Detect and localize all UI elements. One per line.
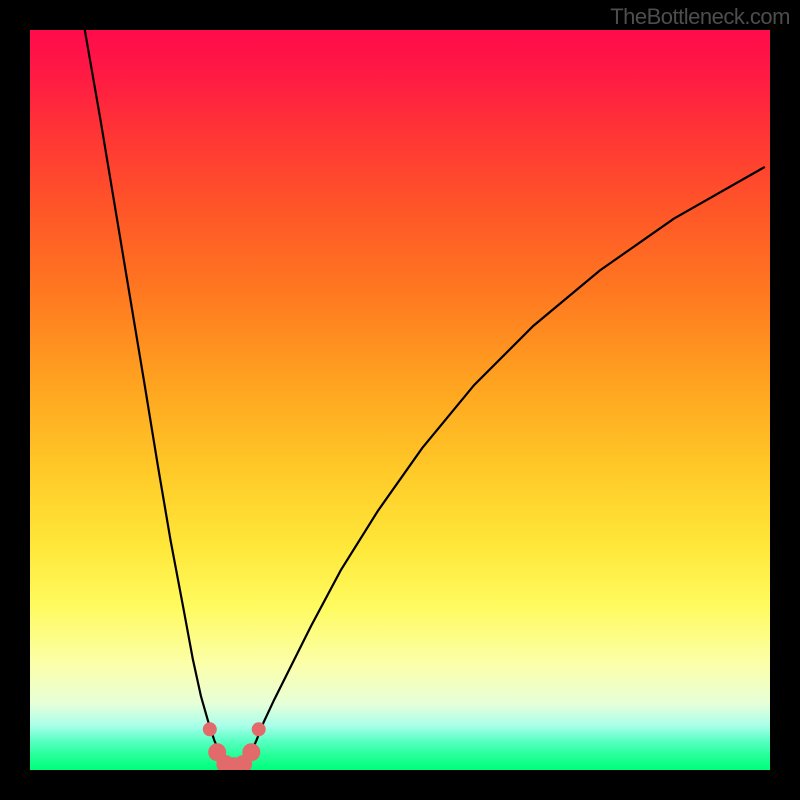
trough-marker bbox=[242, 743, 260, 761]
watermark-text: TheBottleneck.com bbox=[610, 4, 790, 30]
curve-right-branch bbox=[240, 167, 765, 766]
trough-marker bbox=[203, 722, 217, 736]
trough-marker bbox=[252, 722, 266, 736]
trough-markers bbox=[203, 722, 266, 770]
bottleneck-curve bbox=[30, 30, 770, 770]
chart-plot-area bbox=[30, 30, 770, 770]
curve-left-branch bbox=[85, 30, 229, 766]
